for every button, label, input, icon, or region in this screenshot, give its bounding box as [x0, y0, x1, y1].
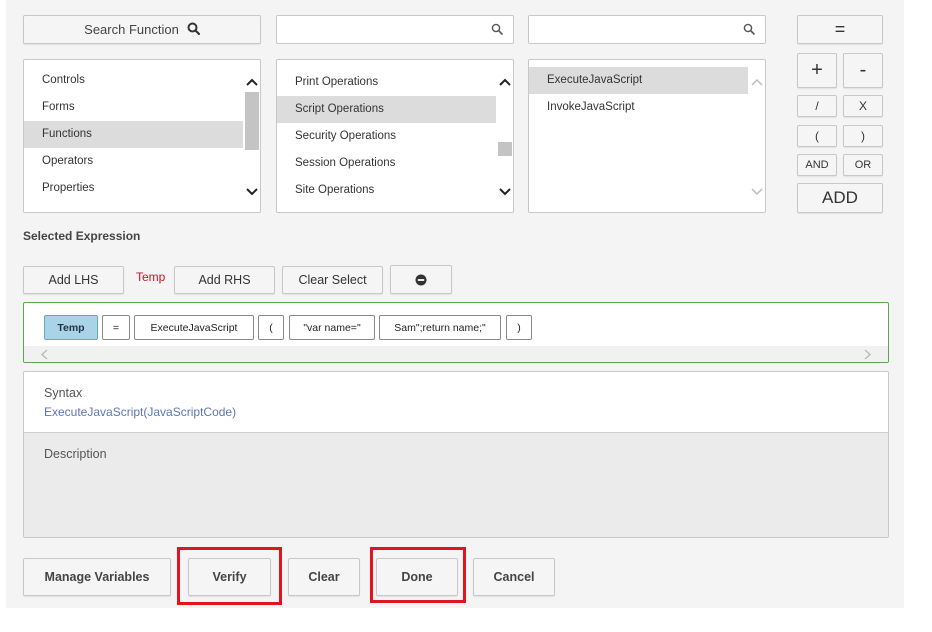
equals-button[interactable]: = — [797, 15, 883, 44]
chevron-down-icon[interactable] — [751, 188, 763, 196]
list-item-forms[interactable]: Forms — [24, 94, 243, 121]
list-item-controls[interactable]: Controls — [24, 67, 243, 94]
search-icon[interactable] — [743, 23, 755, 38]
cancel-button[interactable]: Cancel — [473, 558, 555, 596]
expression-token-string-1[interactable]: "var name=" — [289, 315, 375, 340]
category-list: Controls Forms Functions Operators Prope… — [23, 59, 261, 213]
done-highlight-box — [370, 547, 466, 603]
multiply-button[interactable]: X — [843, 95, 883, 117]
expression-display[interactable]: Temp = ExecuteJavaScript ( "var name=" S… — [23, 302, 889, 363]
add-button[interactable]: ADD — [797, 183, 883, 213]
subcategory-scrollbar[interactable] — [496, 60, 513, 212]
close-paren-button[interactable]: ) — [843, 125, 883, 147]
subcategory-search-input[interactable] — [277, 16, 513, 43]
manage-variables-button[interactable]: Manage Variables — [23, 558, 171, 596]
chevron-down-icon[interactable] — [246, 188, 258, 196]
search-icon — [187, 22, 200, 38]
plus-button[interactable]: + — [797, 53, 837, 88]
minus-circle-icon — [415, 274, 427, 285]
function-search-input[interactable] — [529, 16, 765, 43]
list-item-security-operations[interactable]: Security Operations — [277, 123, 496, 150]
list-item-operators[interactable]: Operators — [24, 148, 243, 175]
chevron-up-icon[interactable] — [751, 78, 763, 86]
subcategory-list: Print Operations Script Operations Secur… — [276, 59, 514, 213]
divide-button[interactable]: / — [797, 95, 837, 117]
chevron-right-icon[interactable] — [864, 349, 872, 360]
expression-token-function[interactable]: ExecuteJavaScript — [134, 315, 254, 340]
description-area: Description — [24, 432, 888, 537]
selected-expression-title: Selected Expression — [23, 229, 141, 243]
chevron-up-icon[interactable] — [246, 78, 258, 86]
syntax-panel: Syntax ExecuteJavaScript(JavaScriptCode)… — [23, 371, 889, 538]
search-function-button[interactable]: Search Function — [23, 15, 261, 44]
list-item-print-operations[interactable]: Print Operations — [277, 69, 496, 96]
add-rhs-button[interactable]: Add RHS — [174, 266, 275, 294]
remove-token-button[interactable] — [390, 265, 452, 294]
category-scrollbar[interactable] — [243, 60, 260, 212]
chevron-up-icon[interactable] — [499, 78, 511, 86]
search-icon[interactable] — [491, 23, 503, 38]
description-label: Description — [44, 447, 107, 461]
search-function-label: Search Function — [84, 22, 179, 37]
add-lhs-button[interactable]: Add LHS — [23, 266, 124, 294]
list-item-executejavascript[interactable]: ExecuteJavaScript — [529, 67, 748, 94]
list-item-script-operations[interactable]: Script Operations — [277, 96, 496, 123]
function-scrollbar[interactable] — [748, 60, 765, 212]
syntax-value: ExecuteJavaScript(JavaScriptCode) — [44, 405, 237, 419]
list-item-functions[interactable]: Functions — [24, 121, 243, 148]
scroll-thumb[interactable] — [245, 92, 259, 150]
syntax-label: Syntax — [44, 386, 83, 400]
function-list: ExecuteJavaScript InvokeJavaScript — [528, 59, 766, 213]
and-button[interactable]: AND — [797, 154, 837, 176]
or-button[interactable]: OR — [843, 154, 883, 176]
expression-token-close-paren[interactable]: ) — [506, 315, 532, 340]
list-item-invokejavascript[interactable]: InvokeJavaScript — [529, 94, 748, 121]
subcategory-search — [276, 15, 514, 44]
clear-select-button[interactable]: Clear Select — [282, 266, 383, 294]
list-item-properties[interactable]: Properties — [24, 175, 243, 202]
scroll-thumb[interactable] — [498, 142, 512, 156]
lhs-variable-label: Temp — [136, 270, 166, 284]
open-paren-button[interactable]: ( — [797, 125, 837, 147]
clear-button[interactable]: Clear — [288, 558, 360, 596]
expression-scrollbar[interactable] — [24, 346, 888, 362]
list-item-site-operations[interactable]: Site Operations — [277, 177, 496, 204]
expression-token-open-paren[interactable]: ( — [258, 315, 284, 340]
function-search — [528, 15, 766, 44]
chevron-down-icon[interactable] — [499, 188, 511, 196]
list-item-session-operations[interactable]: Session Operations — [277, 150, 496, 177]
expression-token-lhs[interactable]: Temp — [44, 315, 98, 340]
expression-token-string-2[interactable]: Sam";return name;" — [379, 315, 501, 340]
minus-button[interactable]: - — [843, 53, 883, 88]
chevron-left-icon[interactable] — [40, 349, 48, 360]
verify-highlight-box — [177, 547, 282, 605]
expression-token-equals[interactable]: = — [102, 315, 130, 340]
expression-builder: Search Function = + - / X ( ) AND OR ADD… — [6, 0, 904, 608]
